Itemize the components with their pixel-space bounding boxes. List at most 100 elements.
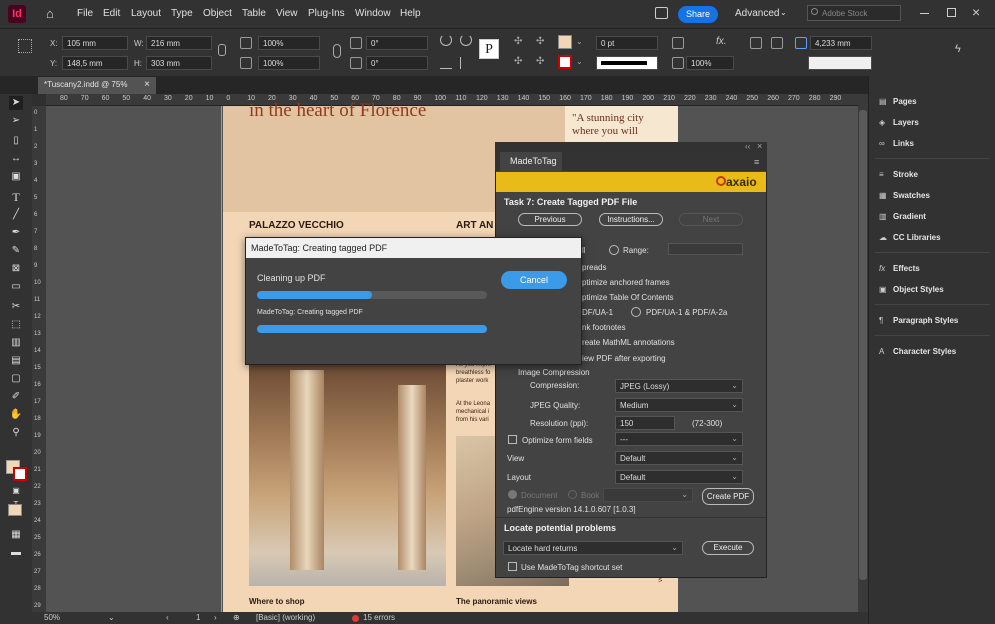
- close-icon[interactable]: ×: [757, 141, 762, 151]
- rotate-field[interactable]: 0°: [366, 36, 428, 50]
- effects-panel-item[interactable]: fx Effects: [879, 264, 920, 273]
- scissors-tool-icon[interactable]: ✂: [9, 300, 23, 314]
- panel-menu-icon[interactable]: ≡: [754, 157, 759, 167]
- share-button[interactable]: Share: [678, 6, 718, 23]
- anchored-frames-option[interactable]: ptimize anchored frames: [582, 278, 670, 287]
- chevron-down-icon[interactable]: ⌄: [780, 8, 787, 17]
- lightning-icon[interactable]: ϟ: [955, 43, 961, 55]
- prev-page-icon[interactable]: ‹: [166, 613, 169, 622]
- apply-color-icon[interactable]: [8, 504, 22, 516]
- chevron-down-icon[interactable]: ⌄: [108, 613, 115, 622]
- formatting-affects-container-icon[interactable]: ▣ T: [9, 484, 23, 509]
- layout-select[interactable]: Default ⌄: [615, 470, 743, 484]
- link-icon[interactable]: [333, 44, 341, 58]
- stroke-swatch-tool[interactable]: [13, 467, 27, 481]
- fx-icon[interactable]: fx.: [716, 36, 727, 47]
- pencil-tool-icon[interactable]: ✎: [9, 244, 23, 258]
- screen-mode-icon[interactable]: ▦: [9, 528, 23, 542]
- object-styles-panel-item[interactable]: ▣ Object Styles: [879, 285, 944, 294]
- workspace-switcher[interactable]: Advanced: [735, 8, 779, 19]
- menu-type[interactable]: Type: [171, 8, 193, 19]
- menu-object[interactable]: Object: [203, 8, 232, 19]
- optimize-form-fields-checkbox[interactable]: [508, 435, 517, 444]
- range-input[interactable]: [668, 243, 743, 255]
- document-radio[interactable]: [508, 490, 517, 499]
- panel-header[interactable]: ‹‹ ×: [495, 141, 767, 152]
- type-tool-icon[interactable]: T: [9, 190, 23, 204]
- shortcut-set-checkbox[interactable]: [508, 562, 517, 571]
- distribute-icon[interactable]: [771, 37, 783, 49]
- reference-point-icon[interactable]: [18, 39, 32, 53]
- cancel-button[interactable]: Cancel: [501, 271, 567, 289]
- object-style-select[interactable]: [808, 56, 872, 70]
- minimize-icon[interactable]: [920, 13, 929, 14]
- compression-select[interactable]: JPEG (Lossy) ⌄: [615, 379, 743, 393]
- select-prev-icon[interactable]: ✣: [536, 36, 548, 48]
- swatches-panel-item[interactable]: ▦ Swatches: [879, 191, 930, 200]
- character-styles-panel-item[interactable]: A Character Styles: [879, 347, 956, 356]
- create-pdf-button[interactable]: Create PDF: [702, 488, 754, 505]
- gap-field[interactable]: 4,233 mm: [810, 36, 872, 50]
- locate-select[interactable]: Locate hard returns ⌄: [503, 541, 683, 555]
- gap-icon[interactable]: [795, 37, 807, 49]
- gradient-feather-tool-icon[interactable]: ▤: [9, 354, 23, 368]
- zoom-level[interactable]: 50%: [44, 613, 60, 622]
- line-tool-icon[interactable]: ╱: [9, 208, 23, 222]
- rotate-ccw-icon[interactable]: [460, 34, 472, 46]
- selection-tool-icon[interactable]: ➤: [9, 96, 23, 110]
- page-tool-icon[interactable]: ▯: [9, 134, 23, 148]
- tab-close-icon[interactable]: ×: [144, 79, 150, 90]
- note-tool-icon[interactable]: ▢: [9, 372, 23, 386]
- free-transform-tool-icon[interactable]: ⬚: [9, 318, 23, 332]
- stroke-weight-field[interactable]: 0 pt: [596, 36, 658, 50]
- gradient-swatch-tool-icon[interactable]: ▥: [9, 336, 23, 350]
- range-radio[interactable]: [609, 245, 619, 255]
- rectangle-tool-icon[interactable]: ▭: [9, 280, 23, 294]
- horizontal-ruler[interactable]: 80 70 60 50 40 30 20 10 0 10 20 30 40 50 60 70 80 90 100 11…: [46, 94, 858, 106]
- preflight-profile[interactable]: [Basic] (working): [256, 613, 315, 622]
- view-select[interactable]: Default ⌄: [615, 451, 743, 465]
- gradient-panel-item[interactable]: ▥ Gradient: [879, 212, 926, 221]
- pen-tool-icon[interactable]: ✒: [9, 226, 23, 240]
- collapse-icon[interactable]: ‹‹: [745, 142, 750, 151]
- align-icon[interactable]: [750, 37, 762, 49]
- pdfua-option[interactable]: DF/UA-1: [582, 308, 613, 317]
- fill-swatch[interactable]: [558, 35, 572, 49]
- paragraph-styles-panel-item[interactable]: ¶ Paragraph Styles: [879, 316, 958, 325]
- select-content-icon[interactable]: ✣: [514, 56, 526, 68]
- zoom-tool-icon[interactable]: ⚲: [9, 426, 23, 440]
- chevron-down-icon[interactable]: ⌄: [576, 57, 583, 66]
- footnotes-option[interactable]: nk footnotes: [582, 323, 626, 332]
- w-field[interactable]: 216 mm: [146, 36, 212, 50]
- gap-tool-icon[interactable]: ↔: [9, 152, 23, 166]
- preflight-errors[interactable]: 15 errors: [363, 613, 395, 622]
- spreads-option[interactable]: preads: [582, 263, 606, 272]
- h-field[interactable]: 303 mm: [146, 56, 212, 70]
- scale-y-field[interactable]: 100%: [258, 56, 320, 70]
- eyedropper-tool-icon[interactable]: ✐: [9, 390, 23, 404]
- links-panel-item[interactable]: ∞ Links: [879, 139, 914, 148]
- document-tab[interactable]: *Tuscany2.indd @ 75% ×: [38, 77, 156, 94]
- menu-view[interactable]: View: [276, 8, 298, 19]
- shear-field[interactable]: 0°: [366, 56, 428, 70]
- form-fields-select[interactable]: --- ⌄: [615, 432, 743, 446]
- pages-panel-item[interactable]: ▤ Pages: [879, 97, 917, 106]
- flip-v-icon[interactable]: [460, 57, 472, 69]
- menu-help[interactable]: Help: [400, 8, 421, 19]
- chevron-down-icon[interactable]: ⌄: [576, 37, 583, 46]
- scrollbar-thumb[interactable]: [859, 110, 867, 580]
- home-icon[interactable]: ⌂: [46, 6, 60, 21]
- toc-option[interactable]: ptimize Table Of Contents: [582, 293, 673, 302]
- y-field[interactable]: 148,5 mm: [62, 56, 128, 70]
- menu-edit[interactable]: Edit: [103, 8, 120, 19]
- adobe-stock-search-input[interactable]: Adobe Stock: [807, 5, 901, 21]
- close-icon[interactable]: ×: [972, 4, 980, 20]
- pdfua-a-radio[interactable]: [631, 307, 641, 317]
- stroke-type-select[interactable]: [596, 56, 658, 70]
- effects-icon[interactable]: [672, 57, 684, 69]
- direct-selection-tool-icon[interactable]: ➢: [9, 114, 23, 128]
- execute-button[interactable]: Execute: [702, 541, 754, 555]
- frame-fitting-icon[interactable]: [672, 37, 684, 49]
- menu-table[interactable]: Table: [242, 8, 266, 19]
- stroke-panel-item[interactable]: ≡ Stroke: [879, 170, 918, 179]
